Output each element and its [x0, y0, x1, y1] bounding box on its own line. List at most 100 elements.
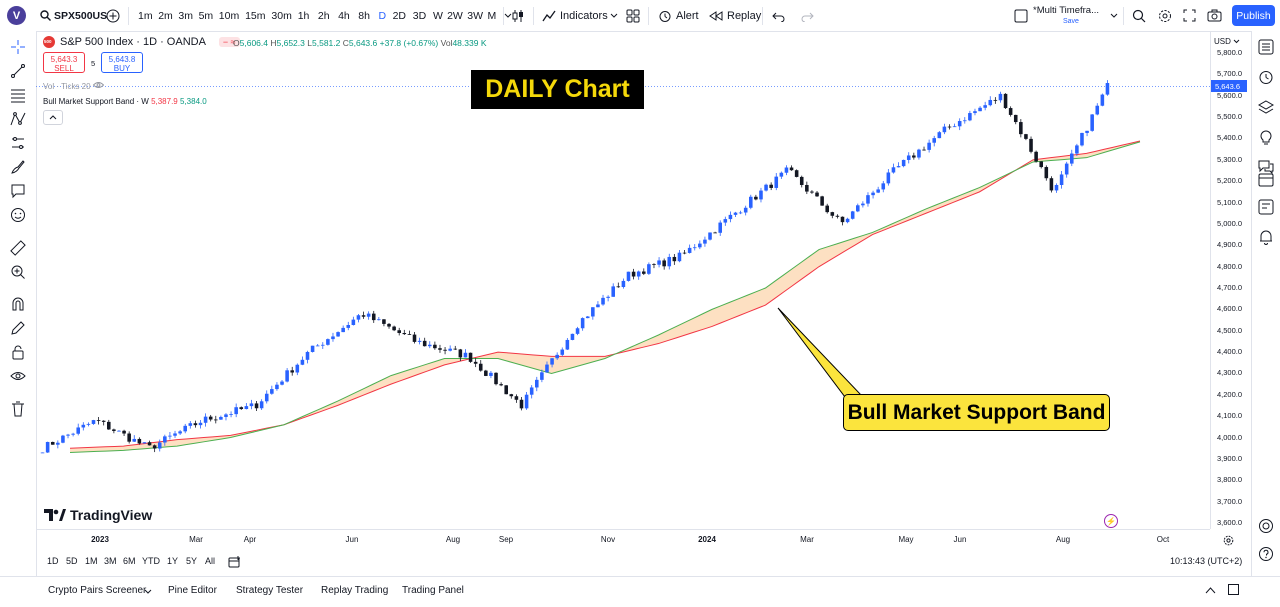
quick-search-button[interactable]	[1132, 0, 1146, 31]
goto-date-button[interactable]	[228, 556, 241, 570]
indicators-dropdown[interactable]	[610, 0, 618, 31]
range-all[interactable]: All	[205, 556, 215, 566]
text-tool[interactable]	[9, 182, 27, 200]
volume-indicator-legend[interactable]: Vol · Ticks 20	[43, 81, 105, 91]
range-3m[interactable]: 3M	[104, 556, 117, 566]
interval-1m[interactable]: 1m	[138, 10, 153, 22]
time-axis[interactable]: 2023 Mar Apr Jun Aug Sep Nov 2024 Mar May Jun Aug Oc…	[36, 529, 1210, 550]
snapshot-button[interactable]	[1207, 0, 1222, 31]
interval-2m[interactable]: 2m	[158, 10, 173, 22]
user-avatar[interactable]: V	[7, 6, 26, 25]
interval-d[interactable]: D	[379, 10, 387, 22]
tab-crypto-pairs-screener[interactable]: Crypto Pairs Screener	[48, 585, 146, 596]
ideas-button[interactable]	[1257, 128, 1275, 146]
candle-body	[336, 332, 340, 337]
layouts-button[interactable]	[626, 0, 640, 31]
bmsb-indicator-legend[interactable]: Bull Market Support Band · W 5,387.9 5,3…	[43, 97, 207, 106]
interval-1h[interactable]: 1h	[298, 10, 310, 22]
zoom-tool[interactable]	[9, 263, 27, 281]
layout-checkbox[interactable]	[1014, 0, 1028, 31]
interval-2h[interactable]: 2h	[318, 10, 330, 22]
interval-2d[interactable]: 2D	[393, 10, 406, 22]
indicators-icon	[542, 10, 556, 21]
candle-body	[229, 414, 233, 415]
panel-expand-button[interactable]	[1205, 586, 1216, 597]
undo-button[interactable]	[772, 0, 786, 31]
layout-dropdown[interactable]	[1110, 0, 1118, 31]
hide-drawings-tool[interactable]	[9, 367, 27, 385]
price-scale[interactable]: 5,800.0 5,700.0 5,600.0 5,500.0 5,400.0 5,300…	[1210, 31, 1252, 529]
range-6m[interactable]: 6M	[123, 556, 136, 566]
fullscreen-button[interactable]	[1183, 0, 1196, 31]
magnet-tool[interactable]	[9, 295, 27, 313]
interval-10m[interactable]: 10m	[219, 10, 239, 22]
alert-button[interactable]: Alert	[658, 0, 699, 31]
candle-body	[45, 441, 50, 453]
interval-3w[interactable]: 3W	[467, 10, 483, 22]
symbol-search[interactable]: SPX500US	[40, 0, 107, 31]
panel-maximize-button[interactable]	[1228, 584, 1239, 598]
range-1y[interactable]: 1Y	[167, 556, 178, 566]
calendar-button[interactable]	[1257, 170, 1275, 188]
interval-30m[interactable]: 30m	[271, 10, 291, 22]
tab-replay-trading[interactable]: Replay Trading	[321, 585, 388, 596]
interval-w[interactable]: W	[433, 10, 443, 22]
buy-button[interactable]: 5,643.8 BUY	[101, 52, 143, 73]
settings-button[interactable]	[1158, 0, 1172, 31]
bmsb-annotation[interactable]: Bull Market Support Band	[843, 394, 1110, 431]
sell-button[interactable]: 5,643.3 SELL	[43, 52, 85, 73]
object-tree-button[interactable]	[1257, 98, 1275, 116]
fib-tool[interactable]	[9, 86, 27, 104]
forecasting-tool[interactable]	[9, 134, 27, 152]
lightning-icon[interactable]: ⚡	[1104, 514, 1118, 528]
currency-selector[interactable]: USD	[1214, 37, 1240, 46]
eye-icon[interactable]	[92, 81, 105, 89]
notifications-button[interactable]	[1257, 228, 1275, 246]
help-button[interactable]	[1257, 545, 1275, 563]
chart-type-button[interactable]	[511, 0, 525, 31]
publish-button[interactable]: Publish	[1232, 5, 1275, 26]
layout-name[interactable]: *Multi Timefra... Save	[1033, 0, 1099, 31]
symbol-legend[interactable]: 500 S&P 500 Index · 1D · OANDA − ≈	[43, 36, 240, 48]
remove-drawings-tool[interactable]	[9, 400, 27, 418]
interval-15m[interactable]: 15m	[245, 10, 265, 22]
interval-3d[interactable]: 3D	[413, 10, 426, 22]
indicators-button[interactable]: Indicators	[542, 0, 608, 31]
replay-button[interactable]: Replay	[709, 0, 761, 31]
news-button[interactable]	[1257, 198, 1275, 216]
dom-button[interactable]	[1257, 517, 1275, 535]
clock-timezone[interactable]: 10:13:43 (UTC+2)	[1170, 556, 1242, 566]
alerts-panel-button[interactable]	[1257, 68, 1275, 86]
stay-drawing-tool[interactable]	[9, 319, 27, 337]
candle-body	[168, 435, 172, 437]
tab-strategy-tester[interactable]: Strategy Tester	[236, 585, 303, 596]
legend-collapse-button[interactable]	[43, 110, 63, 125]
interval-4h[interactable]: 4h	[338, 10, 350, 22]
patterns-tool[interactable]	[9, 110, 27, 128]
watchlist-button[interactable]	[1257, 38, 1275, 56]
range-1d[interactable]: 1D	[47, 556, 59, 566]
candle-body	[382, 319, 386, 324]
brush-tool[interactable]	[9, 158, 27, 176]
lock-drawings-tool[interactable]	[9, 343, 27, 361]
interval-8h[interactable]: 8h	[358, 10, 370, 22]
range-5y[interactable]: 5Y	[186, 556, 197, 566]
measure-tool[interactable]	[9, 239, 27, 257]
candle-body	[1085, 130, 1089, 133]
daily-chart-annotation[interactable]: DAILY Chart	[471, 70, 644, 109]
compare-symbol-button[interactable]	[106, 0, 120, 31]
icon-tool[interactable]	[9, 206, 27, 224]
interval-3m[interactable]: 3m	[178, 10, 193, 22]
interval-m[interactable]: M	[488, 10, 497, 22]
tab-pine-editor[interactable]: Pine Editor	[168, 585, 217, 596]
crosshair-tool[interactable]	[9, 38, 27, 56]
range-1m[interactable]: 1M	[85, 556, 98, 566]
trend-line-tool[interactable]	[9, 62, 27, 80]
interval-2w[interactable]: 2W	[447, 10, 463, 22]
range-ytd[interactable]: YTD	[142, 556, 160, 566]
interval-5m[interactable]: 5m	[199, 10, 214, 22]
redo-button[interactable]	[800, 0, 814, 31]
tradingview-logo[interactable]: TradingView	[44, 507, 152, 523]
tab-trading-panel[interactable]: Trading Panel	[402, 585, 464, 596]
range-5d[interactable]: 5D	[66, 556, 78, 566]
